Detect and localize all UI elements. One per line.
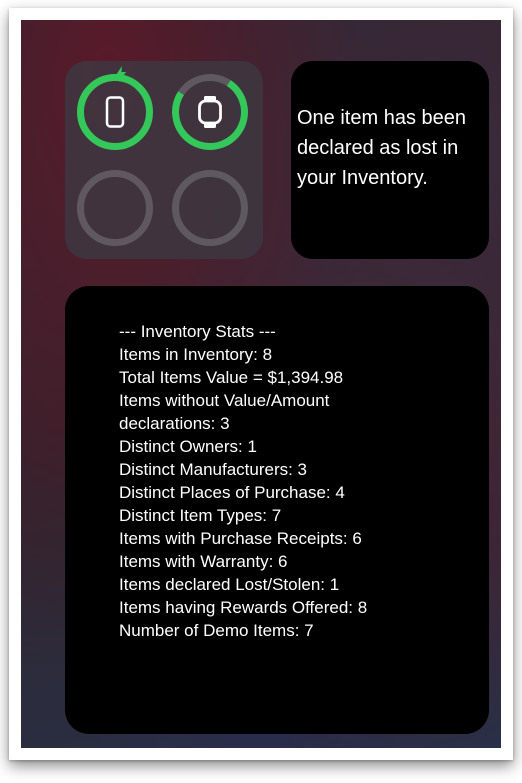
stats-line: Items in Inventory: 8	[119, 345, 273, 364]
apple-watch-battery-ring	[164, 66, 256, 158]
stats-line: Number of Demo Items: 7	[119, 621, 314, 640]
batteries-widget[interactable]	[65, 61, 263, 259]
stats-title: --- Inventory Stats ---	[119, 322, 276, 341]
empty-battery-slot	[77, 170, 153, 246]
stats-line: Items having Rewards Offered: 8	[119, 598, 368, 617]
lost-item-message-widget[interactable]: One item has been declared as lost in yo…	[291, 61, 489, 259]
iphone-battery-ring	[77, 74, 153, 150]
stats-line: Distinct Places of Purchase: 4	[119, 483, 345, 502]
stats-line: Items without Value/Amount	[119, 391, 330, 410]
stats-line: Total Items Value = $1,394.98	[119, 368, 344, 387]
charging-bolt-icon	[116, 66, 126, 82]
stats-line: Distinct Manufacturers: 3	[119, 460, 308, 479]
home-screen: One item has been declared as lost in yo…	[21, 20, 501, 748]
stats-line: declarations: 3	[119, 414, 230, 433]
lost-item-message: One item has been declared as lost in yo…	[297, 107, 466, 189]
photo-frame: One item has been declared as lost in yo…	[9, 8, 513, 760]
iphone-icon	[105, 96, 125, 128]
inventory-stats-widget[interactable]: --- Inventory Stats --- Items in Invento…	[65, 286, 489, 734]
empty-battery-slot	[172, 170, 248, 246]
apple-watch-icon	[198, 96, 222, 128]
stats-line: Items with Purchase Receipts: 6	[119, 529, 362, 548]
stats-line: Items declared Lost/Stolen: 1	[119, 575, 340, 594]
stats-line: Distinct Item Types: 7	[119, 506, 282, 525]
stats-line: Items with Warranty: 6	[119, 552, 288, 571]
stats-line: Distinct Owners: 1	[119, 437, 257, 456]
